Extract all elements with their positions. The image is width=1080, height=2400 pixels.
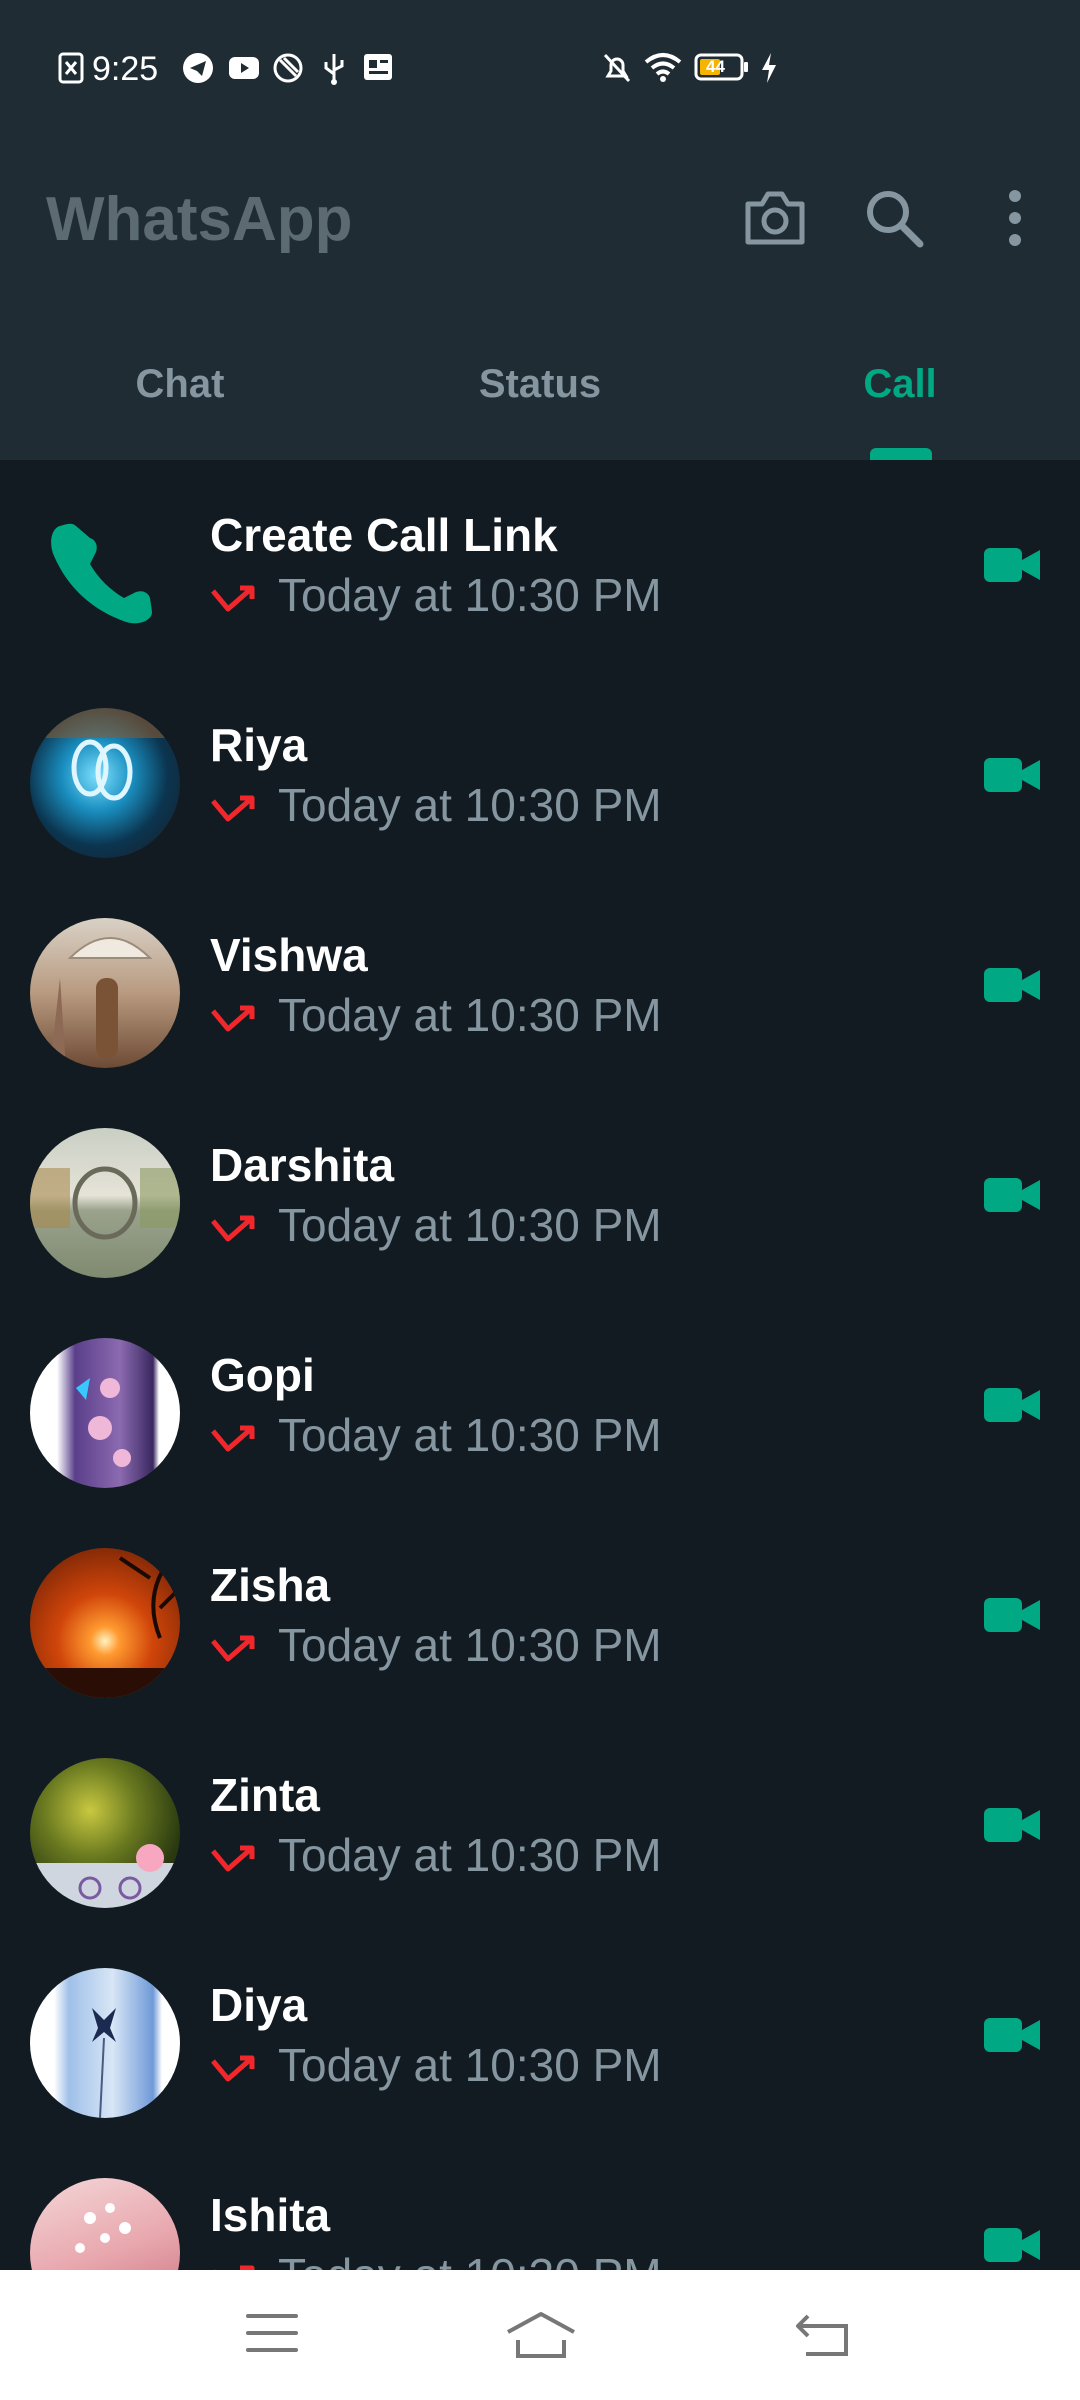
avatar[interactable] <box>30 1338 180 1488</box>
call-list[interactable]: Create Call Link Today at 10:30 PM Riya … <box>0 460 1080 2270</box>
video-call-icon[interactable] <box>982 1174 1042 1221</box>
call-time: Today at 10:30 PM <box>278 1409 662 1461</box>
call-row[interactable]: Riya Today at 10:30 PM <box>0 670 1080 880</box>
avatar[interactable] <box>30 1128 180 1278</box>
contact-name: Diya <box>210 1979 308 2031</box>
missed-call-arrow-icon <box>210 992 256 1046</box>
video-call-icon[interactable] <box>982 2014 1042 2061</box>
missed-call-arrow-icon <box>210 1412 256 1466</box>
call-row[interactable]: Diya Today at 10:30 PM <box>0 1930 1080 2140</box>
missed-call-arrow-icon <box>210 1832 256 1886</box>
avatar[interactable] <box>30 2178 180 2270</box>
active-tab-indicator <box>870 448 932 460</box>
usb-icon <box>320 52 348 91</box>
menu-icon[interactable] <box>244 2310 300 2361</box>
contact-name: Create Call Link <box>210 509 558 561</box>
back-icon[interactable] <box>794 2310 854 2363</box>
avatar[interactable] <box>30 918 180 1068</box>
tab-status[interactable]: Status <box>390 362 690 407</box>
missed-call-arrow-icon <box>210 1622 256 1676</box>
app-bar: WhatsApp <box>0 140 1080 320</box>
search-icon[interactable] <box>864 188 926 255</box>
contact-name: Gopi <box>210 1349 315 1401</box>
video-call-icon[interactable] <box>982 964 1042 1011</box>
tab-call[interactable]: Call <box>750 362 1050 407</box>
status-bar: 9:25 44 <box>0 0 1080 140</box>
status-time: 9:25 <box>92 50 159 88</box>
missed-call-arrow-icon <box>210 2042 256 2096</box>
avatar[interactable] <box>30 1548 180 1698</box>
call-time: Today at 10:30 PM <box>278 1199 662 1251</box>
call-row[interactable]: Zinta Today at 10:30 PM <box>0 1720 1080 1930</box>
more-options-icon[interactable] <box>1000 188 1030 253</box>
system-nav-bar <box>0 2270 1080 2400</box>
video-call-icon[interactable] <box>982 1804 1042 1851</box>
missed-call-arrow-icon <box>210 2252 256 2270</box>
camera-icon[interactable] <box>742 188 808 253</box>
call-time: Today at 10:30 PM <box>278 1829 662 1881</box>
avatar[interactable] <box>30 1758 180 1908</box>
call-time: Today at 10:30 PM <box>278 989 662 1041</box>
avatar[interactable] <box>30 1968 180 2118</box>
call-time: Today at 10:30 PM <box>278 2039 662 2091</box>
video-call-icon[interactable] <box>982 1384 1042 1431</box>
create-call-link-row[interactable]: Create Call Link Today at 10:30 PM <box>0 460 1080 670</box>
missed-call-arrow-icon <box>210 1202 256 1256</box>
contact-name: Riya <box>210 719 308 771</box>
call-time: Today at 10:30 PM <box>278 2249 662 2270</box>
charging-icon <box>760 52 778 89</box>
home-icon[interactable] <box>504 2310 578 2365</box>
battery-icon: 44 <box>694 52 750 87</box>
call-time: Today at 10:30 PM <box>278 1619 662 1671</box>
phone-icon <box>30 498 180 648</box>
call-time: Today at 10:30 PM <box>278 569 662 621</box>
telegram-icon <box>182 52 214 89</box>
call-row[interactable]: Vishwa Today at 10:30 PM <box>0 880 1080 1090</box>
data-saver-icon <box>272 52 304 89</box>
missed-call-arrow-icon <box>210 782 256 836</box>
contact-name: Ishita <box>210 2189 331 2241</box>
tab-chat[interactable]: Chat <box>30 362 330 407</box>
contact-name: Zisha <box>210 1559 331 1611</box>
youtube-icon <box>228 52 260 89</box>
notification-x-icon <box>58 52 86 89</box>
call-row[interactable]: Darshita Today at 10:30 PM <box>0 1090 1080 1300</box>
wifi-icon <box>644 52 682 87</box>
avatar[interactable] <box>30 708 180 858</box>
silent-icon <box>602 52 632 89</box>
call-row[interactable]: Zisha Today at 10:30 PM <box>0 1510 1080 1720</box>
contact-name: Darshita <box>210 1139 395 1191</box>
missed-call-arrow-icon <box>210 572 256 626</box>
contact-name: Vishwa <box>210 929 368 981</box>
video-call-icon[interactable] <box>982 754 1042 801</box>
call-row[interactable]: Gopi Today at 10:30 PM <box>0 1300 1080 1510</box>
app-title: WhatsApp <box>46 185 353 254</box>
call-time: Today at 10:30 PM <box>278 779 662 831</box>
news-icon <box>362 52 394 87</box>
video-call-icon[interactable] <box>982 544 1042 591</box>
tab-bar: Chat Status Call <box>0 320 1080 460</box>
contact-name: Zinta <box>210 1769 320 1821</box>
battery-level: 44 <box>706 57 725 76</box>
video-call-icon[interactable] <box>982 1594 1042 1641</box>
video-call-icon[interactable] <box>982 2224 1042 2270</box>
call-row[interactable]: Ishita Today at 10:30 PM <box>0 2140 1080 2270</box>
